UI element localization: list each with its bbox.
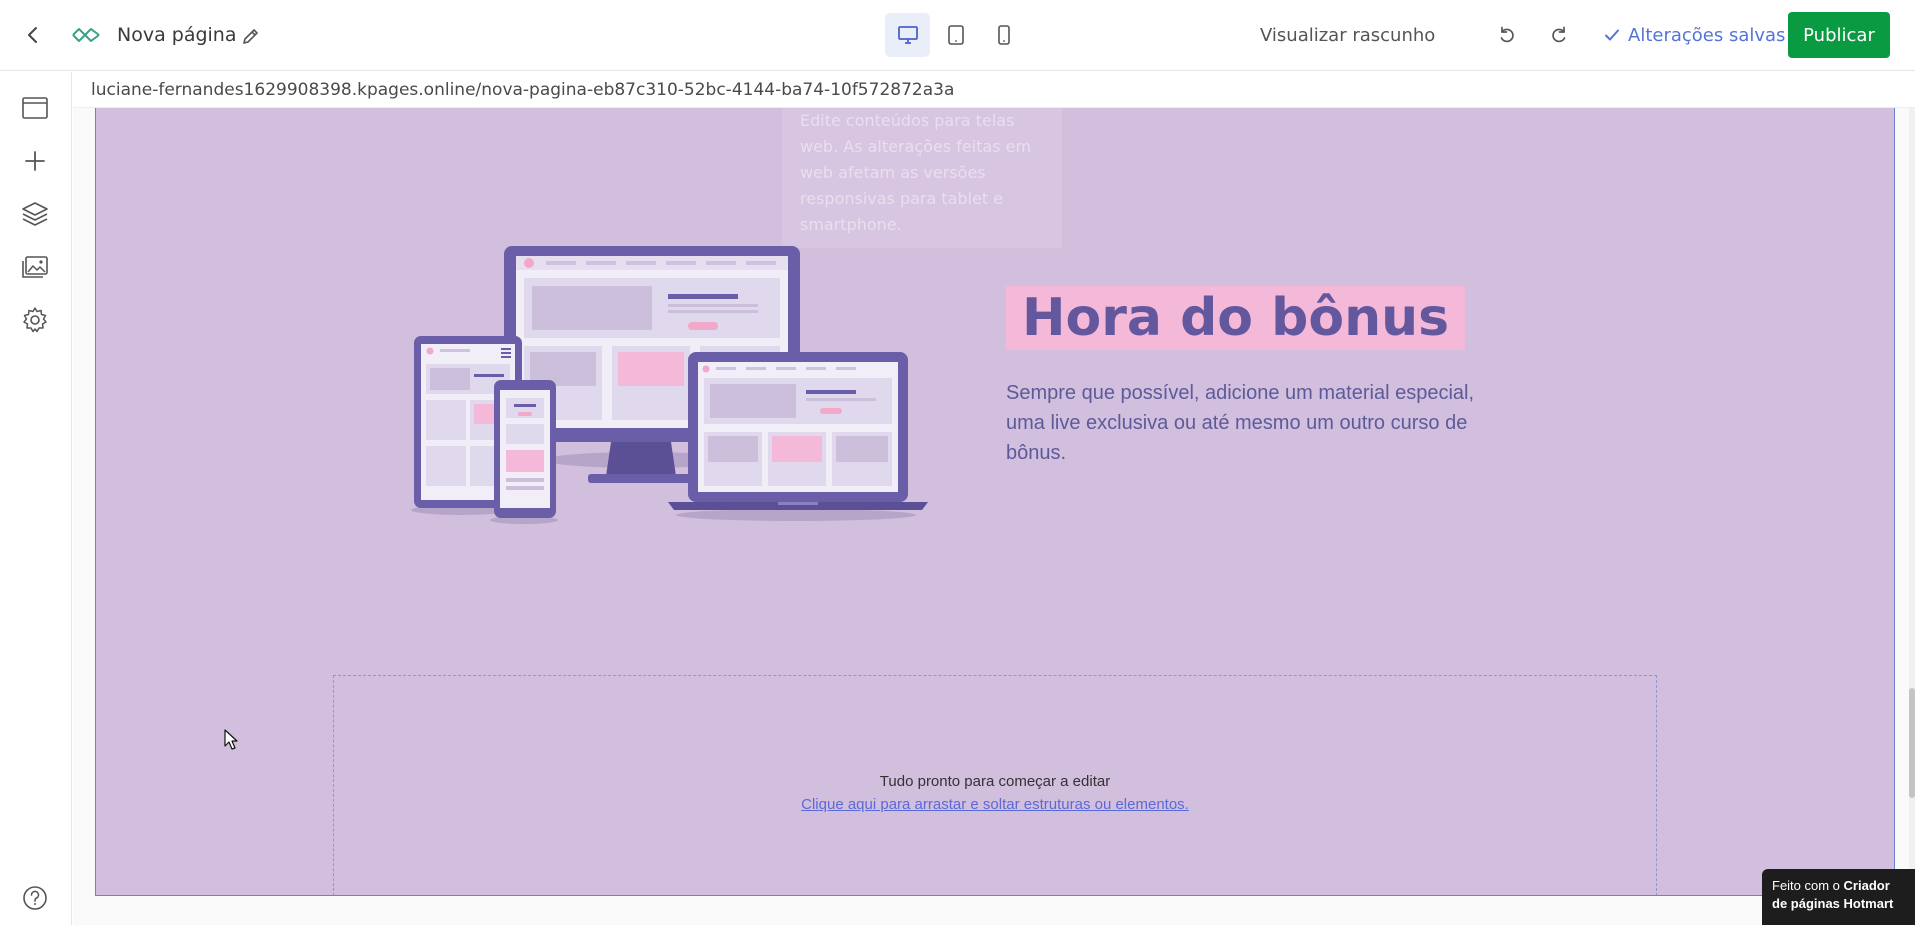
section-headline[interactable]: Hora do bônus xyxy=(1006,286,1466,350)
page-url: luciane-fernandes1629908398.kpages.onlin… xyxy=(73,72,1915,108)
smartphone-icon xyxy=(997,25,1010,45)
page-title: Nova página xyxy=(117,24,237,46)
sidebar-media-button[interactable] xyxy=(17,249,53,285)
layers-icon xyxy=(22,202,48,226)
checkmark-icon xyxy=(1605,29,1619,41)
scrollbar-thumb[interactable] xyxy=(1909,688,1915,798)
devices-illustration xyxy=(411,246,928,524)
redo-icon xyxy=(1552,26,1566,43)
page-icon xyxy=(22,97,48,119)
dropzone-add-link[interactable]: Clique aqui para arrastar e soltar estru… xyxy=(801,796,1189,813)
save-status-label: Alterações salvas xyxy=(1628,24,1786,46)
badge-prefix: Feito com o xyxy=(1772,878,1844,893)
plus-icon xyxy=(25,151,45,171)
dropzone-title: Tudo pronto para começar a editar xyxy=(879,773,1111,790)
sidebar-layers-button[interactable] xyxy=(17,196,53,232)
redo-button[interactable] xyxy=(1544,20,1574,50)
top-toolbar: Nova página Visualizar rascunho Alteraçõ… xyxy=(0,0,1915,71)
publish-button[interactable]: Publicar xyxy=(1788,12,1890,58)
preview-draft-button[interactable]: Visualizar rascunho xyxy=(1260,22,1435,48)
undo-icon xyxy=(1500,26,1514,43)
gear-icon xyxy=(23,307,47,333)
chevron-left-icon xyxy=(28,27,37,43)
device-tablet-button[interactable] xyxy=(933,13,978,57)
rename-button[interactable] xyxy=(237,22,265,50)
tablet-icon xyxy=(947,25,964,45)
hotmart-logo-icon xyxy=(70,22,102,48)
image-icon xyxy=(22,256,48,278)
save-status: Alterações salvas xyxy=(1604,22,1785,48)
bonus-section[interactable]: Edite conteúdos para telas web. As alter… xyxy=(95,108,1895,896)
undo-button[interactable] xyxy=(1492,20,1522,50)
section-description[interactable]: Sempre que possível, adicione um materia… xyxy=(1006,378,1486,468)
left-sidebar xyxy=(0,72,72,925)
sidebar-pages-button[interactable] xyxy=(17,90,53,126)
desktop-icon xyxy=(897,26,918,44)
device-mobile-button[interactable] xyxy=(981,13,1026,57)
empty-dropzone[interactable]: Tudo pronto para começar a editar Clique… xyxy=(333,675,1657,895)
editor-canvas: Edite conteúdos para telas web. As alter… xyxy=(73,108,1915,925)
mouse-cursor-icon xyxy=(224,729,238,750)
sidebar-settings-button[interactable] xyxy=(17,302,53,338)
canvas-scrollbar[interactable] xyxy=(1909,108,1915,925)
headline-container[interactable]: Hora do bônus xyxy=(1006,286,1466,350)
made-with-badge[interactable]: Feito com o Criador de páginas Hotmart xyxy=(1762,869,1915,925)
sidebar-help-button[interactable] xyxy=(17,880,53,916)
help-icon xyxy=(23,886,47,910)
sidebar-add-button[interactable] xyxy=(17,143,53,179)
device-hint-tooltip: Edite conteúdos para telas web. As alter… xyxy=(782,108,1062,248)
back-button[interactable] xyxy=(18,20,48,50)
device-desktop-button[interactable] xyxy=(885,13,930,57)
pencil-icon xyxy=(243,29,258,44)
